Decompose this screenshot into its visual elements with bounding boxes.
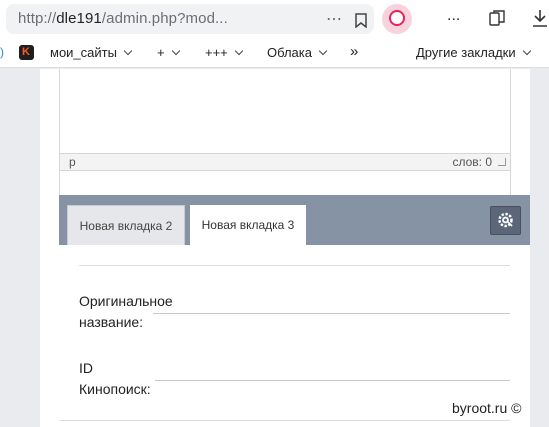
kinopoisk-id-input[interactable] bbox=[155, 380, 510, 381]
chevron-down-icon bbox=[123, 46, 133, 56]
collections-icon[interactable] bbox=[489, 10, 505, 26]
bookmarks-overflow-button[interactable]: » bbox=[350, 43, 358, 60]
bookmark-folder-plus[interactable]: + bbox=[157, 45, 180, 60]
editor-statusbar: p слов: 0 bbox=[59, 153, 511, 171]
bookmark-star-icon[interactable] bbox=[355, 13, 367, 28]
bookmark-folder-clouds[interactable]: Облака bbox=[267, 45, 328, 60]
gear-icon bbox=[498, 212, 513, 228]
address-bar[interactable]: http://dle191/admin.php?mod... ⋯ bbox=[6, 4, 374, 34]
chevron-down-icon bbox=[522, 46, 531, 56]
editor-body[interactable] bbox=[59, 69, 511, 196]
kinopoisk-favicon-icon[interactable]: K bbox=[19, 45, 34, 60]
word-count: слов: 0 bbox=[452, 155, 492, 169]
url-text[interactable]: http://dle191/admin.php?mod... bbox=[18, 10, 228, 27]
page-actions-icon[interactable]: ⋯ bbox=[326, 9, 343, 29]
original-title-input[interactable] bbox=[153, 313, 510, 314]
section-divider bbox=[79, 265, 510, 266]
chevron-down-icon bbox=[234, 46, 244, 56]
element-path[interactable]: p bbox=[69, 155, 76, 169]
settings-button[interactable] bbox=[490, 206, 521, 235]
section-divider-bottom bbox=[59, 420, 510, 421]
alice-icon bbox=[389, 10, 405, 26]
download-icon[interactable] bbox=[531, 8, 549, 28]
bookmark-folder-my-sites[interactable]: мои_сайты bbox=[50, 45, 133, 60]
resize-grip-icon[interactable] bbox=[498, 158, 506, 166]
other-bookmarks-folder[interactable]: Другие закладки bbox=[416, 45, 531, 60]
bookmark-folder-triple-plus[interactable]: +++ bbox=[205, 45, 244, 60]
kinopoisk-id-label: ID Кинопоиск: bbox=[79, 360, 151, 397]
chevron-down-icon bbox=[171, 46, 180, 56]
tab-strip: Новая вкладка 2 Новая вкладка 3 bbox=[59, 195, 530, 245]
tab-new-3[interactable]: Новая вкладка 3 bbox=[190, 205, 306, 245]
watermark: byroot.ru © bbox=[452, 400, 522, 416]
browser-menu-button[interactable]: ... bbox=[447, 7, 460, 25]
chevron-down-icon bbox=[318, 46, 328, 56]
bookmark-edge-icon[interactable]: ) bbox=[0, 45, 4, 59]
original-title-label: Оригинальное название: bbox=[79, 293, 173, 330]
tab-new-2[interactable]: Новая вкладка 2 bbox=[67, 205, 185, 245]
browser-toolbar: http://dle191/admin.php?mod... ⋯ ... bbox=[0, 0, 549, 38]
admin-page: p слов: 0 Новая вкладка 2 Новая вкладка … bbox=[0, 69, 549, 427]
alice-assistant-button[interactable] bbox=[382, 4, 412, 34]
bookmarks-bar: ) K мои_сайты + +++ Облака » Другие закл… bbox=[0, 38, 549, 68]
